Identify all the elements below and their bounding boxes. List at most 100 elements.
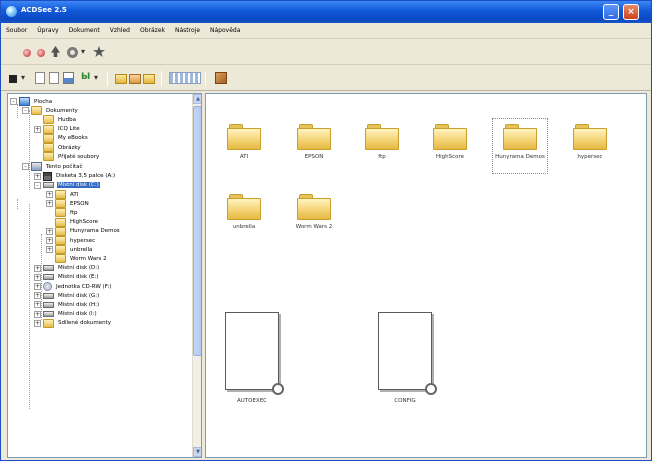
acquire-dropdown-icon[interactable]: ▾ [94, 73, 100, 86]
navigation-toolbar: ▾ [1, 40, 651, 65]
back-icon[interactable] [23, 49, 31, 57]
settings-dropdown-icon[interactable]: ▾ [81, 47, 87, 60]
folder-item[interactable]: HighScore [420, 124, 480, 161]
mode-dropdown-icon[interactable]: ▾ [21, 73, 27, 86]
folder-icon [503, 124, 537, 150]
folder-icon [43, 152, 54, 162]
folder-body [433, 128, 467, 150]
folder-item[interactable]: Hunyrama Demos [490, 118, 550, 174]
tree-item-label: Jednotka CD-RW (F:) [56, 283, 112, 290]
properties-icon[interactable] [63, 72, 74, 84]
expand-icon[interactable]: + [34, 264, 41, 272]
tree-line [17, 199, 18, 209]
up-icon[interactable] [51, 46, 60, 57]
mode-icon[interactable] [9, 75, 17, 83]
acquire-icon[interactable]: Ы [81, 72, 95, 85]
menu-upravy[interactable]: Úpravy [37, 27, 58, 34]
collapse-icon[interactable]: - [22, 163, 29, 171]
document-icon [378, 312, 437, 395]
folder-icon [297, 194, 331, 220]
menu-napoveda[interactable]: Nápověda [210, 27, 240, 34]
move-to-folder-icon[interactable] [129, 74, 141, 84]
folder-icon [227, 124, 261, 150]
expand-icon[interactable]: + [46, 200, 53, 208]
folder-tree[interactable]: - Plocha - Dokumenty Hudba + ICQ Lite My eBooks… [7, 93, 202, 458]
settings-icon[interactable] [67, 47, 78, 58]
tree-item-label: hypersec [70, 237, 96, 244]
folder-item[interactable]: hypersec [560, 124, 620, 161]
folder-icon [433, 124, 467, 150]
copy-to-folder-icon[interactable] [143, 74, 155, 84]
expand-icon[interactable]: + [46, 237, 53, 244]
folder-icon [573, 124, 607, 150]
expand-icon[interactable]: + [46, 227, 53, 235]
menu-dokument[interactable]: Dokument [69, 27, 100, 34]
folder-item[interactable]: Worm Wars 2 [284, 194, 344, 231]
tree-item[interactable]: + Sdílené dokumenty [34, 318, 112, 329]
menu-obrazek[interactable]: Obrázek [140, 27, 165, 34]
tree-item-label: Hunyrama Demos [70, 228, 120, 235]
collapse-icon[interactable]: - [10, 98, 17, 105]
tree-item-label: Místní disk (D:) [58, 265, 100, 272]
file-item[interactable]: CONFIG [365, 312, 445, 404]
expand-icon[interactable]: + [46, 246, 53, 254]
file-list[interactable]: ATI EPSON ftp HighScore Hunyrama Demos hypers… [205, 93, 647, 458]
disk-icon [43, 311, 54, 318]
copy-icon[interactable] [49, 72, 59, 84]
expand-icon[interactable]: + [46, 191, 53, 198]
folder-icon [43, 318, 54, 328]
folder-item[interactable]: ftp [352, 124, 412, 161]
folder-body [227, 198, 261, 220]
menu-bar: Soubor Úpravy Dokument Vzhled Obrázek Ná… [1, 23, 651, 39]
tree-item-label: Místní disk (E:) [58, 274, 99, 281]
expand-icon[interactable]: + [34, 125, 41, 133]
folder-item[interactable]: EPSON [284, 124, 344, 161]
expand-icon[interactable]: + [34, 292, 41, 300]
collapse-icon[interactable]: - [22, 107, 29, 115]
favorites-icon[interactable] [93, 46, 105, 57]
expand-icon[interactable]: + [34, 319, 41, 327]
new-document-icon[interactable] [35, 72, 45, 84]
folder-label: HighScore [435, 154, 465, 160]
collapse-icon[interactable]: - [34, 181, 41, 189]
tree-scrollbar[interactable]: ▲ ▼ [192, 94, 201, 457]
folder-item[interactable]: ATI [214, 124, 274, 161]
tree-line [29, 204, 30, 409]
folder-item[interactable]: unbrella [214, 194, 274, 231]
scroll-up-arrow[interactable]: ▲ [193, 94, 201, 104]
tree-item-label: Hudba [58, 116, 76, 123]
minimize-button[interactable]: _ [603, 4, 619, 20]
folder-label: ftp [378, 154, 386, 160]
main-toolbar: ▾ Ы ▾ [1, 66, 651, 91]
views-icon[interactable] [169, 72, 201, 84]
folder-icon [297, 124, 331, 150]
scroll-down-arrow[interactable]: ▼ [193, 447, 201, 457]
app-window: ACDSee 2.5 _ × Soubor Úpravy Dokument Vz… [0, 0, 652, 461]
file-item[interactable]: AUTOEXEC [212, 312, 292, 404]
folder-up-icon[interactable] [115, 74, 127, 84]
menu-soubor[interactable]: Soubor [6, 27, 27, 34]
expand-icon[interactable]: + [34, 273, 41, 281]
tree-item-label: EPSON [70, 200, 89, 207]
slideshow-icon[interactable] [215, 72, 227, 84]
close-button[interactable]: × [623, 4, 639, 20]
expand-icon[interactable]: + [34, 283, 41, 290]
window-title: ACDSee 2.5 [21, 6, 67, 14]
expand-icon[interactable]: + [34, 172, 41, 180]
disk-icon [43, 182, 54, 189]
forward-icon[interactable] [37, 49, 45, 57]
folder-label: hypersec [577, 154, 603, 160]
expand-icon[interactable]: + [34, 310, 41, 318]
expand-icon[interactable]: + [34, 301, 41, 309]
scroll-thumb[interactable] [193, 106, 201, 356]
disk-icon [43, 292, 54, 299]
title-bar[interactable]: ACDSee 2.5 _ × [1, 1, 651, 23]
menu-vzhled[interactable]: Vzhled [110, 27, 130, 34]
tree-item-label: Plocha [34, 98, 53, 105]
toolbar-separator [107, 71, 108, 86]
menu-nastroje[interactable]: Nástroje [175, 27, 200, 34]
